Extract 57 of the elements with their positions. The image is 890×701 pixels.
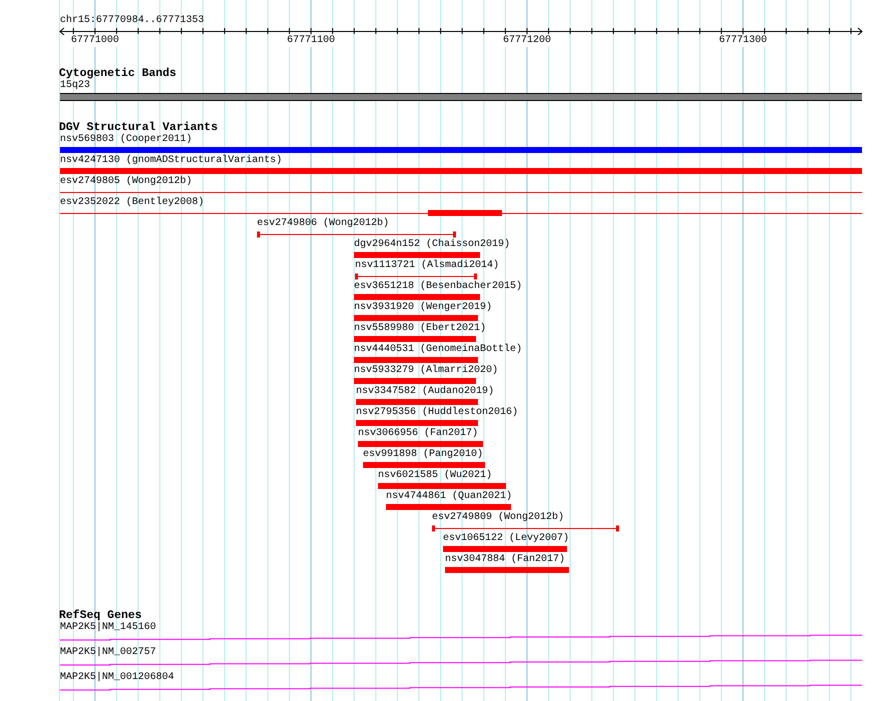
variant-label: esv2749806 (Wong2012b) <box>257 218 390 230</box>
variant-bar[interactable] <box>443 546 567 552</box>
variant-label: nsv1113721 (Alsmadi2014) <box>355 260 500 272</box>
variant-label: nsv4744861 (Quan2021) <box>386 491 512 503</box>
variant-bar[interactable] <box>356 420 478 426</box>
track-title: Cytogenetic Bands <box>59 68 176 80</box>
variant-bar[interactable] <box>354 336 476 342</box>
gene-label: MAP2K5|NM_002757 <box>60 647 156 659</box>
variant-label: esv2749809 (Wong2012b) <box>432 512 564 524</box>
ruler-tick-label: 67771100 <box>287 35 335 47</box>
gene-model-line[interactable] <box>60 660 862 666</box>
variant-label: nsv3931920 (Wenger2019) <box>354 302 492 314</box>
variant-bar[interactable] <box>354 315 478 321</box>
ruler-tick-label: 67771000 <box>71 35 119 47</box>
variant-span[interactable] <box>432 526 619 532</box>
variant-bar[interactable] <box>60 147 862 153</box>
variant-label: nsv4247130 (gnomADStructuralVariants) <box>60 155 282 167</box>
variant-span[interactable] <box>257 232 456 238</box>
variant-label: nsv4440531 (GenomeinaBottle) <box>354 344 522 356</box>
variant-label: nsv5933279 (Almarri2020) <box>354 365 498 377</box>
variant-bar[interactable] <box>354 357 478 363</box>
variant-bar[interactable] <box>354 252 480 258</box>
variant-bar[interactable] <box>354 294 480 300</box>
variant-bar[interactable] <box>356 399 478 405</box>
variant-label: esv2749805 (Wong2012b) <box>60 176 192 188</box>
gene-label: MAP2K5|NM_001206804 <box>60 672 174 684</box>
variant-bar[interactable] <box>354 378 476 384</box>
variant-label: esv991898 (Pang2010) <box>363 449 484 461</box>
variant-bar[interactable] <box>60 168 862 174</box>
variant-label: nsv6021585 (Wu2021) <box>378 470 492 482</box>
location-label: chr15:67770984..67771353 <box>60 15 204 27</box>
variant-bar[interactable] <box>358 441 483 447</box>
gene-model-line[interactable] <box>60 634 862 640</box>
variant-label: esv1065122 (Levy2007) <box>443 533 570 545</box>
variant-label: esv3651218 (Besenbacher2015) <box>354 281 522 293</box>
variant-span[interactable] <box>355 274 477 280</box>
variant-line[interactable] <box>60 210 862 216</box>
gene-label: MAP2K5|NM_145160 <box>60 622 156 634</box>
variant-label: nsv569803 (Cooper2011) <box>60 134 192 146</box>
variant-label: nsv5589980 (Ebert2021) <box>354 323 486 335</box>
variant-label: esv2352022 (Bentley2008) <box>60 197 204 209</box>
ruler-tick-label: 67771200 <box>503 35 551 47</box>
variant-bar[interactable] <box>386 504 511 510</box>
variant-bar[interactable] <box>378 483 506 489</box>
gene-model-line[interactable] <box>60 684 862 690</box>
track-title: DGV Structural Variants <box>59 122 218 134</box>
variant-label: nsv2795356 (Huddleston2016) <box>356 407 518 419</box>
variant-bar[interactable] <box>363 462 485 468</box>
variant-bar[interactable] <box>445 567 569 573</box>
track-title: RefSeq Genes <box>59 610 142 622</box>
cytoband-bar[interactable] <box>60 93 862 101</box>
band-label: 15q23 <box>60 80 90 92</box>
variant-label: nsv3047884 (Fan2017) <box>445 554 566 566</box>
variant-label: nsv3066956 (Fan2017) <box>358 428 478 440</box>
variant-label: nsv3347582 (Audano2019) <box>356 386 494 398</box>
ruler-tick-label: 67771300 <box>719 35 767 47</box>
variant-label: dgv2964n152 (Chaisson2019) <box>354 239 510 251</box>
